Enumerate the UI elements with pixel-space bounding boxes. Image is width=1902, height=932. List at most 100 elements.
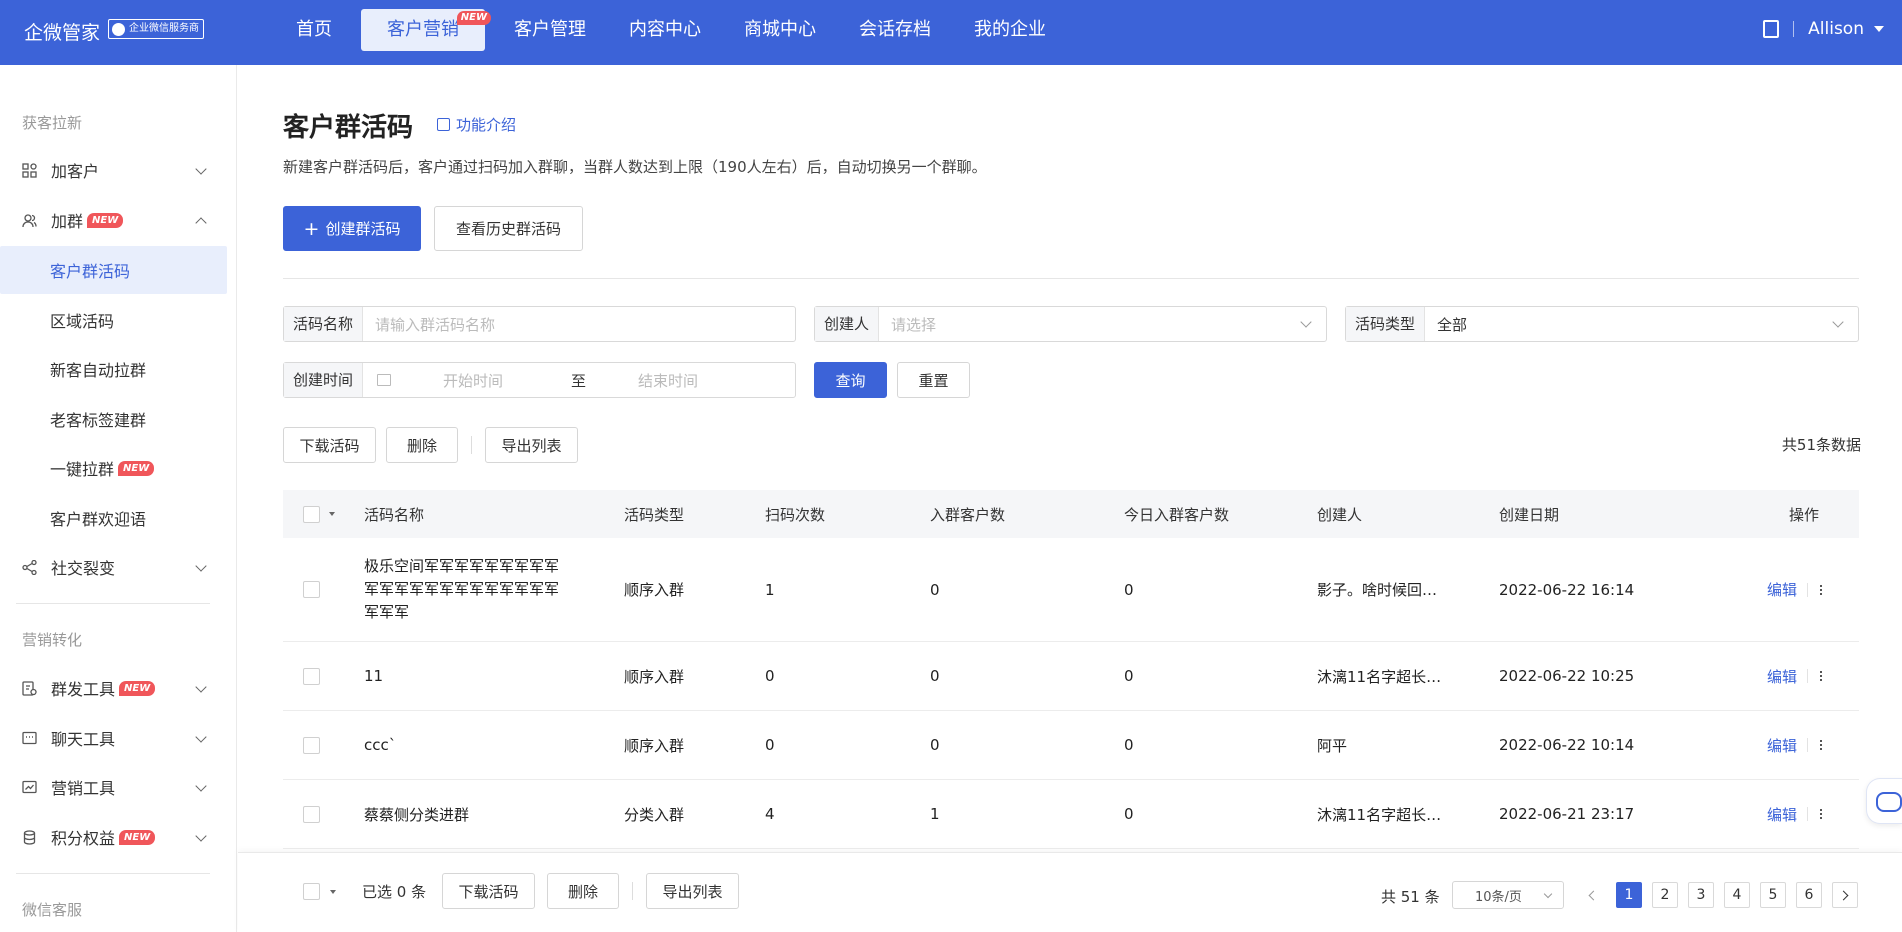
user-group-icon (22, 213, 37, 228)
sidebar-item-group-live-code[interactable]: 客户群活码 (0, 246, 227, 294)
nav-label: 客户管理 (514, 19, 586, 40)
selected-count: 已选 0 条 (362, 883, 427, 901)
end-time-input[interactable]: 结束时间 (586, 370, 698, 391)
row-checkbox[interactable] (303, 736, 320, 754)
sidebar-item-chat-tool[interactable]: 聊天工具 (0, 714, 227, 762)
page-description: 新建客户群活码后，客户通过扫码加入群聊，当群人数达到上限（190人左右）后，自动… (283, 158, 987, 176)
divider (283, 278, 1859, 279)
book-icon[interactable] (1763, 20, 1780, 38)
sidebar-item-social-fission[interactable]: 社交裂变 (0, 543, 227, 591)
chevron-down-icon (195, 560, 207, 572)
row-select-cell (283, 667, 364, 685)
row-select-cell (283, 581, 364, 598)
sidebar-item-group-welcome[interactable]: 客户群欢迎语 (0, 494, 227, 542)
sidebar-item-one-click-pull[interactable]: 一键拉群 NEW (0, 444, 227, 492)
nav-item-my-enterprise[interactable]: 我的企业 (960, 9, 1060, 51)
edit-link[interactable]: 编辑 (1767, 579, 1797, 600)
sidebar-item-label: 老客标签建群 (50, 411, 147, 430)
filter-label: 创建人 (815, 307, 880, 341)
sidebar-item-marketing-tool[interactable]: 营销工具 (0, 763, 227, 811)
code-name-cell: 蔡蔡侧分类进群 (364, 805, 470, 824)
new-badge: NEW (456, 11, 491, 25)
user-name[interactable]: Allison (1808, 19, 1864, 39)
brand-logo[interactable]: 企微管家 (24, 18, 100, 45)
more-icon[interactable] (1820, 809, 1823, 819)
more-icon[interactable] (1820, 584, 1823, 595)
start-time-input[interactable]: 开始时间 (391, 370, 541, 391)
nav-label: 会话存档 (859, 19, 931, 40)
page-button[interactable]: 3 (1688, 882, 1714, 908)
nav-item-customer-marketing[interactable]: 客户营销 NEW (361, 9, 491, 51)
reset-button[interactable]: 重置 (897, 362, 970, 398)
caret-down-icon[interactable] (330, 890, 336, 894)
chat-icon (22, 731, 37, 746)
creator-name: 影子。啥时候回来过年 (1317, 581, 1445, 599)
edit-link[interactable]: 编辑 (1767, 735, 1797, 756)
footer-export-button[interactable]: 导出列表 (646, 873, 739, 909)
search-icon (112, 23, 125, 36)
feature-intro-link[interactable]: 功能介绍 (437, 114, 516, 135)
joined-count-cell: 1 (930, 805, 940, 823)
sidebar-item-auto-pull[interactable]: 新客自动拉群 (0, 345, 227, 393)
creator-name: 沐漓11名字超长超长超长 (1317, 805, 1445, 824)
sidebar-item-region-code[interactable]: 区域活码 (0, 296, 227, 344)
more-icon[interactable] (1820, 740, 1823, 750)
group-code-table: 活码名称 活码类型 扫码次数 入群客户数 今日入群客户数 创建人 创建日期 操作… (283, 490, 1859, 849)
code-name-filter[interactable]: 活码名称 请输入群活码名称 (283, 306, 796, 342)
customer-service-chat-button[interactable] (1866, 778, 1902, 824)
download-code-button[interactable]: 下载活码 (283, 427, 376, 463)
divider (1793, 21, 1795, 37)
page-button[interactable]: 5 (1760, 882, 1786, 908)
select-all-checkbox[interactable] (303, 505, 320, 523)
sidebar-item-add-customer[interactable]: 加客户 (0, 146, 227, 194)
actions-cell: 编辑 (1729, 666, 1859, 687)
creator-cell: 影子。啥时候回来过年 (1317, 579, 1499, 600)
create-time-range[interactable]: 创建时间 开始时间 至 结束时间 (283, 362, 796, 398)
sidebar-item-tag-group[interactable]: 老客标签建群 (0, 395, 227, 443)
nav-item-session-archive[interactable]: 会话存档 (845, 9, 945, 51)
more-icon[interactable] (1820, 671, 1823, 681)
page-button[interactable]: 2 (1652, 882, 1678, 908)
sidebar-item-label: 新客自动拉群 (50, 361, 147, 380)
sidebar-item-add-group[interactable]: 加群 NEW (0, 196, 227, 244)
row-checkbox[interactable] (303, 805, 320, 823)
caret-down-icon[interactable] (329, 512, 335, 516)
export-list-button[interactable]: 导出列表 (485, 427, 578, 463)
page-size-select[interactable]: 10条/页 (1452, 881, 1564, 909)
today-joined-cell: 0 (1124, 667, 1134, 685)
page-button[interactable]: 6 (1796, 882, 1822, 908)
nav-item-home[interactable]: 首页 (282, 9, 346, 51)
nav-item-content-center[interactable]: 内容中心 (615, 9, 715, 51)
row-checkbox[interactable] (303, 581, 320, 598)
query-button[interactable]: 查询 (814, 362, 887, 398)
edit-link[interactable]: 编辑 (1767, 804, 1797, 825)
sidebar-section-title: 营销转化 (22, 631, 83, 649)
creator-cell: 阿平 (1317, 735, 1499, 756)
create-date-cell: 2022-06-22 16:14 (1499, 580, 1635, 599)
create-group-code-button[interactable]: + 创建群活码 (283, 206, 421, 251)
prev-page-button[interactable] (1579, 882, 1605, 908)
footer-download-button[interactable]: 下载活码 (442, 873, 535, 909)
edit-link[interactable]: 编辑 (1767, 666, 1797, 687)
row-checkbox[interactable] (303, 667, 320, 685)
column-header: 操作 (1788, 505, 1819, 524)
nav-item-mall-center[interactable]: 商城中心 (730, 9, 830, 51)
code-type-select[interactable]: 活码类型 全部 (1345, 306, 1859, 342)
next-page-button[interactable] (1832, 882, 1858, 908)
page-button[interactable]: 1 (1616, 882, 1642, 908)
feature-intro-label: 功能介绍 (456, 116, 517, 134)
creator-select[interactable]: 创建人 请选择 (814, 306, 1327, 342)
footer-delete-button[interactable]: 删除 (547, 873, 619, 909)
sidebar-item-mass-tool[interactable]: 群发工具 NEW (0, 664, 227, 712)
chevron-down-icon[interactable] (1874, 26, 1884, 32)
page-button[interactable]: 4 (1724, 882, 1750, 908)
sidebar-item-points[interactable]: 积分权益 NEW (0, 813, 227, 861)
footer-select-all-checkbox[interactable] (303, 883, 320, 900)
history-group-code-button[interactable]: 查看历史群活码 (434, 206, 583, 251)
nav-label: 内容中心 (629, 19, 701, 40)
filter-label: 创建时间 (284, 363, 364, 397)
code-name-input[interactable]: 请输入群活码名称 (363, 314, 495, 335)
nav-item-customer-management[interactable]: 客户管理 (500, 9, 600, 51)
delete-button[interactable]: 删除 (386, 427, 458, 463)
joined-count-cell: 0 (930, 736, 940, 754)
